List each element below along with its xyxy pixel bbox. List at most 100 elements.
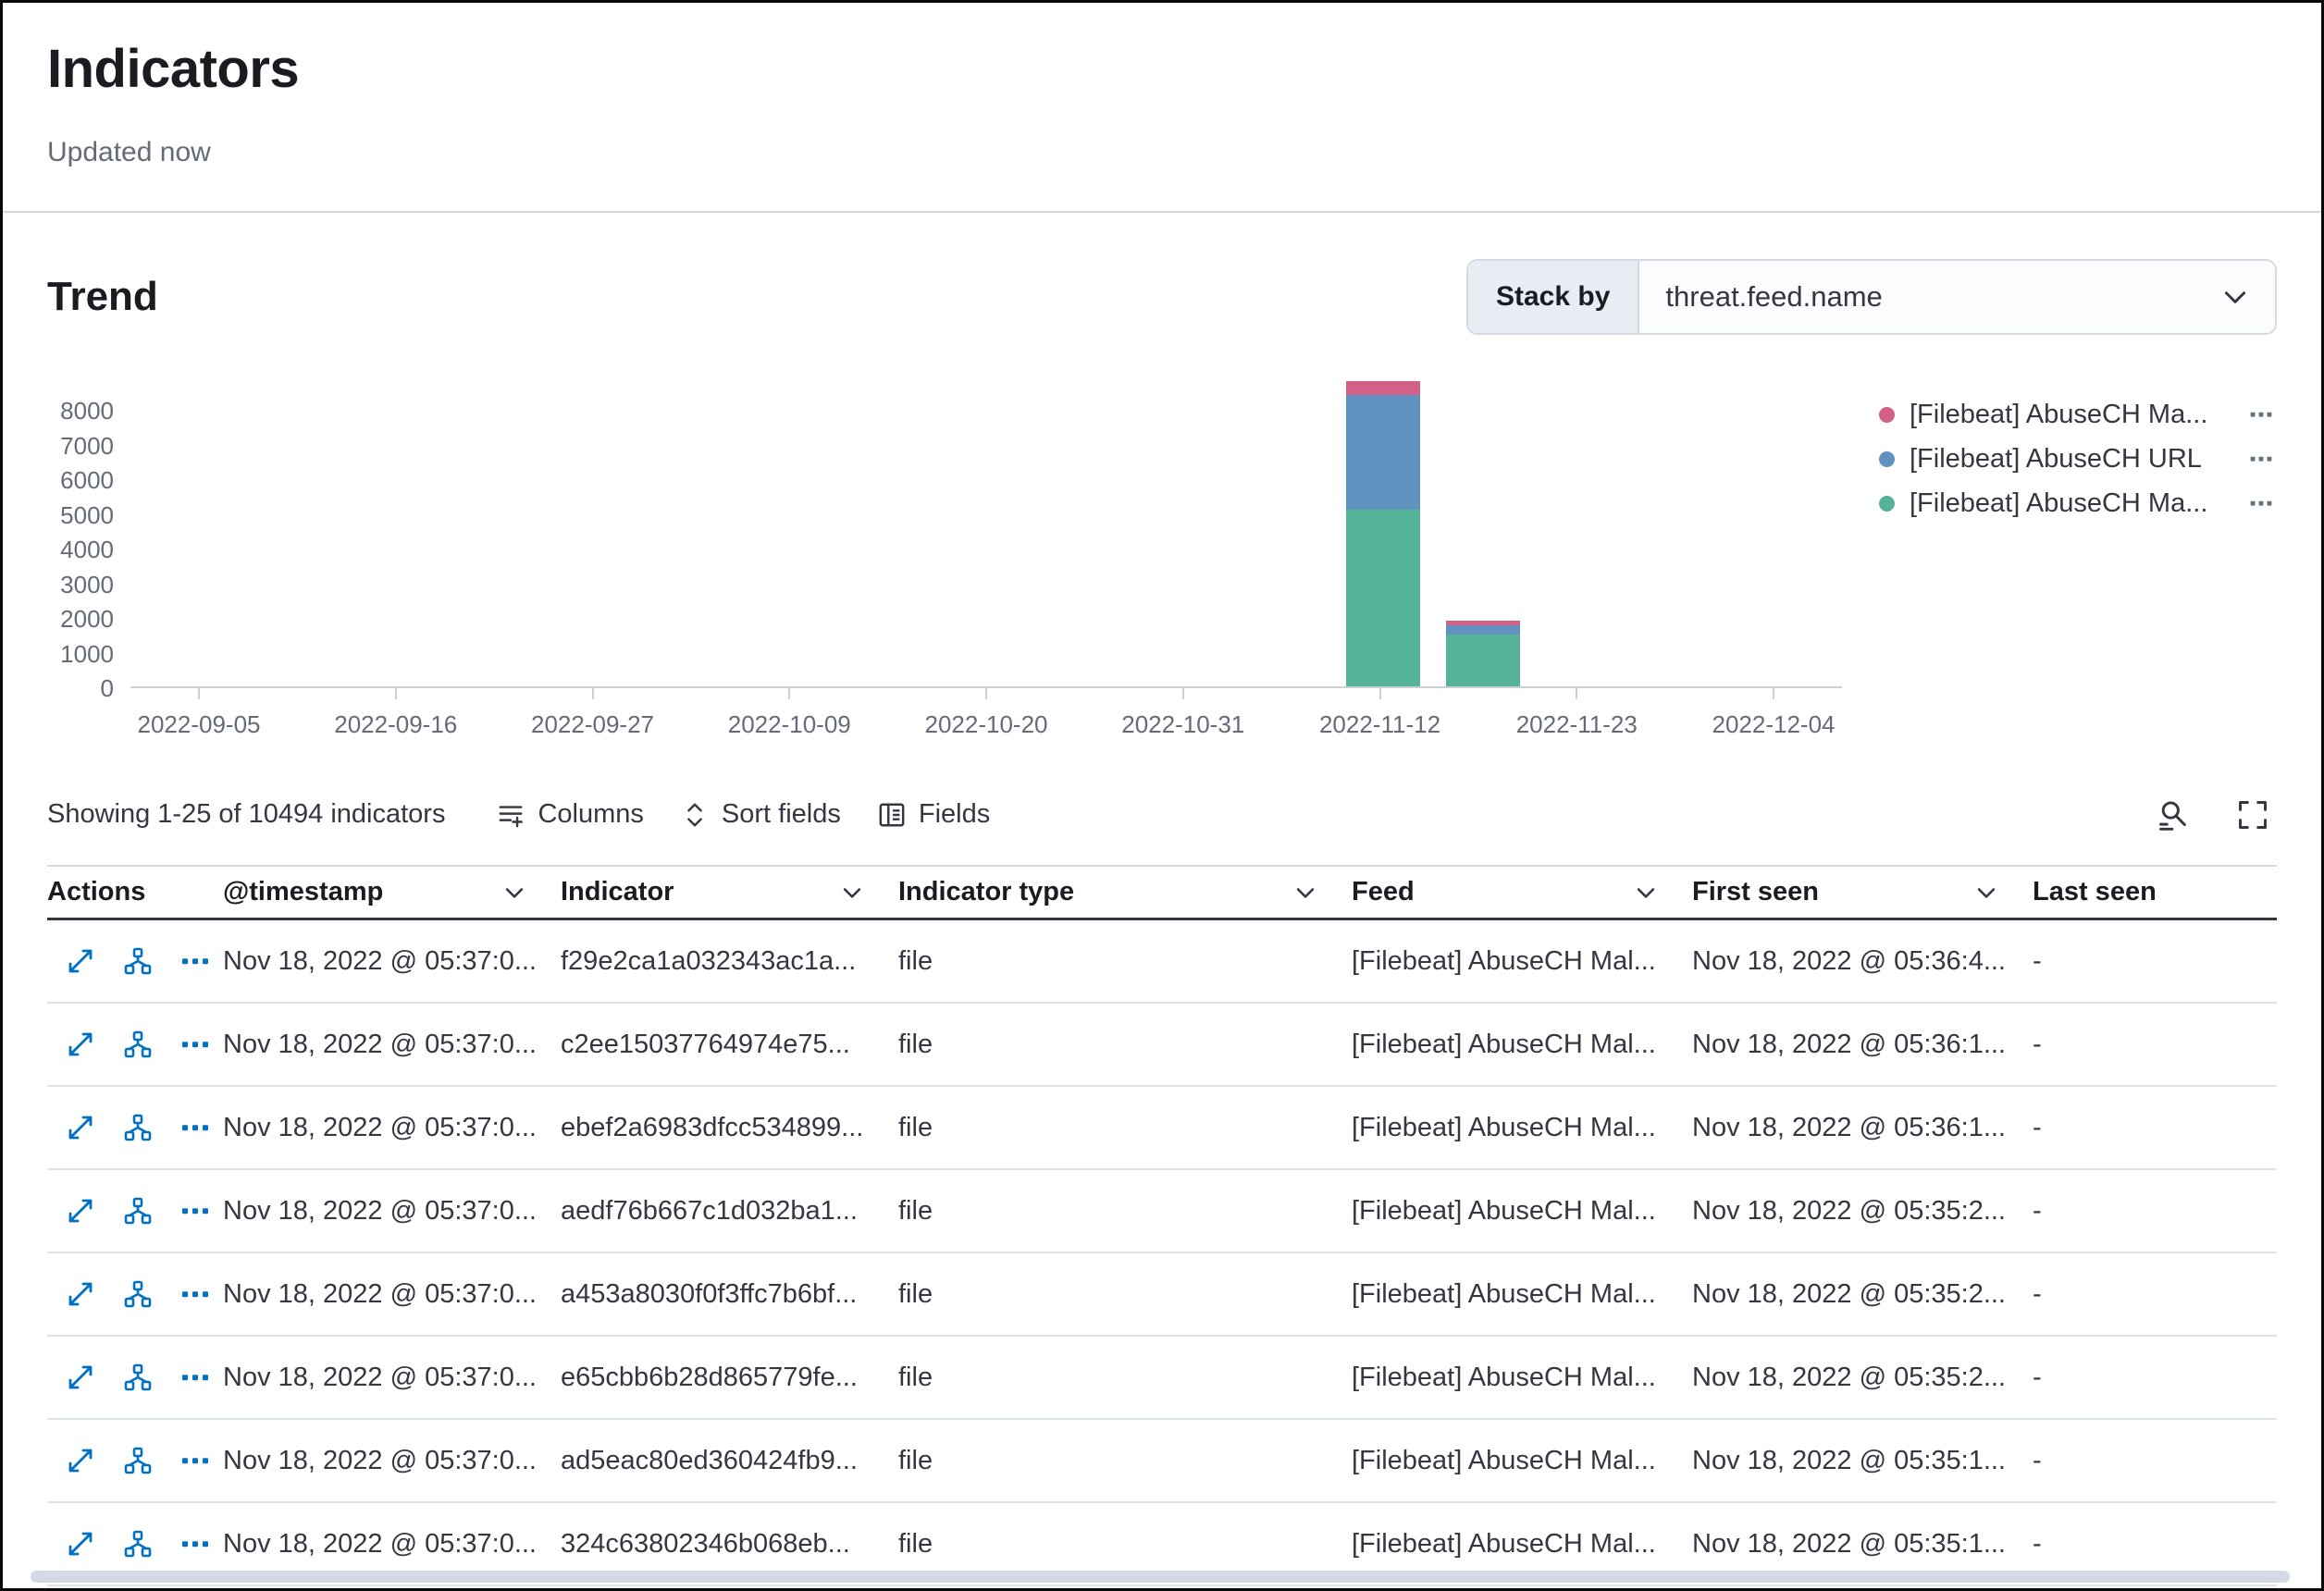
timestamp-cell: Nov 18, 2022 @ 05:37:0... — [223, 1279, 561, 1310]
columns-icon — [497, 801, 525, 829]
open-details-button[interactable] — [64, 944, 97, 978]
boxes-horizontal-icon — [2249, 447, 2273, 471]
results-summary: Showing 1-25 of 10494 indicators — [47, 799, 445, 830]
open-details-button[interactable] — [64, 1111, 97, 1144]
x-axis-tickmark — [198, 688, 200, 699]
open-details-button[interactable] — [64, 1527, 97, 1560]
stack-by-select[interactable]: threat.feed.name — [1639, 261, 2275, 333]
open-details-button[interactable] — [64, 1194, 97, 1227]
more-actions-button[interactable] — [179, 1111, 212, 1144]
more-actions-button[interactable] — [179, 1444, 212, 1477]
bar-segment[interactable] — [1446, 621, 1520, 625]
timeline-icon — [123, 946, 153, 976]
investigate-in-timeline-button[interactable] — [121, 1111, 155, 1144]
column-header-indicator[interactable]: Indicator — [561, 877, 898, 907]
legend-item[interactable]: [Filebeat] AbuseCH URL — [1879, 437, 2277, 481]
row-actions-cell — [47, 1527, 223, 1560]
expand-icon — [66, 1363, 95, 1392]
row-actions-cell — [47, 1444, 223, 1477]
timeline-icon — [123, 1030, 153, 1059]
column-header-feed[interactable]: Feed — [1352, 877, 1692, 907]
indicator-type-cell: file — [898, 1113, 1352, 1143]
column-header-label: First seen — [1692, 877, 1819, 907]
x-axis-tick-label: 2022-11-12 — [1319, 710, 1440, 739]
investigate-in-timeline-button[interactable] — [121, 1194, 155, 1227]
fullscreen-icon — [2236, 798, 2269, 832]
x-axis-tick-label: 2022-12-04 — [1712, 710, 1836, 739]
bar-segment[interactable] — [1346, 381, 1420, 395]
table-header-row: Actions @timestamp Indicator Indicator t… — [47, 865, 2277, 920]
stacked-bar[interactable] — [1446, 383, 1520, 686]
bar-segment[interactable] — [1446, 635, 1520, 686]
column-header-last-seen[interactable]: Last seen — [2033, 877, 2277, 907]
chevron-down-icon[interactable] — [1633, 880, 1659, 906]
last-seen-cell: - — [2033, 1196, 2277, 1227]
column-header-indicator-type[interactable]: Indicator type — [898, 877, 1352, 907]
fullscreen-button[interactable] — [2229, 791, 2277, 839]
more-actions-icon — [180, 1196, 210, 1226]
x-axis-tick-label: 2022-10-31 — [1121, 710, 1244, 739]
more-actions-button[interactable] — [179, 1194, 212, 1227]
more-actions-button[interactable] — [179, 1277, 212, 1311]
column-header-first-seen[interactable]: First seen — [1692, 877, 2033, 907]
more-actions-icon — [180, 1529, 210, 1559]
inspect-button[interactable] — [2149, 791, 2197, 839]
investigate-in-timeline-button[interactable] — [121, 1527, 155, 1560]
legend-actions-button[interactable] — [2245, 443, 2277, 475]
more-actions-button[interactable] — [179, 1527, 212, 1560]
chevron-down-icon[interactable] — [1292, 880, 1318, 906]
expand-icon — [66, 1030, 95, 1059]
stacked-bar[interactable] — [1346, 383, 1420, 686]
fields-button[interactable]: Fields — [859, 788, 1008, 841]
feed-cell: [Filebeat] AbuseCH Mal... — [1352, 1529, 1692, 1560]
y-axis-tick-label: 5000 — [60, 501, 114, 529]
legend-color-dot — [1879, 496, 1895, 512]
x-axis-tickmark — [1773, 688, 1774, 699]
investigate-in-timeline-button[interactable] — [121, 1444, 155, 1477]
open-details-button[interactable] — [64, 1277, 97, 1311]
investigate-in-timeline-button[interactable] — [121, 944, 155, 978]
sort-fields-button-label: Sort fields — [722, 799, 841, 830]
indicator-cell: e65cbb6b28d865779fe... — [561, 1363, 898, 1393]
legend-item[interactable]: [Filebeat] AbuseCH Ma... — [1879, 392, 2277, 437]
last-seen-cell: - — [2033, 1279, 2277, 1310]
bar-segment[interactable] — [1346, 510, 1420, 686]
open-details-button[interactable] — [64, 1444, 97, 1477]
table-toolbar: Showing 1-25 of 10494 indicators Columns… — [47, 788, 2277, 841]
indicator-type-cell: file — [898, 1030, 1352, 1060]
more-actions-button[interactable] — [179, 1361, 212, 1394]
bar-segment[interactable] — [1446, 625, 1520, 635]
bar-segment[interactable] — [1346, 395, 1420, 510]
more-actions-button[interactable] — [179, 1028, 212, 1061]
timeline-icon — [123, 1363, 153, 1392]
table-row: Nov 18, 2022 @ 05:37:0... f29e2ca1a03234… — [47, 920, 2277, 1004]
chevron-down-icon[interactable] — [1973, 880, 1999, 906]
investigate-in-timeline-button[interactable] — [121, 1028, 155, 1061]
x-axis-tickmark — [592, 688, 594, 699]
horizontal-scrollbar[interactable] — [31, 1571, 2290, 1583]
legend-actions-button[interactable] — [2245, 487, 2277, 519]
expand-icon — [66, 1113, 95, 1142]
row-actions-cell — [47, 944, 223, 978]
legend-actions-button[interactable] — [2245, 399, 2277, 430]
first-seen-cell: Nov 18, 2022 @ 05:36:1... — [1692, 1030, 2033, 1060]
column-header-timestamp[interactable]: @timestamp — [223, 877, 561, 907]
x-axis-tickmark — [788, 688, 790, 699]
open-details-button[interactable] — [64, 1361, 97, 1394]
boxes-horizontal-icon — [2249, 491, 2273, 515]
feed-cell: [Filebeat] AbuseCH Mal... — [1352, 1363, 1692, 1393]
legend-color-dot — [1879, 407, 1895, 423]
more-actions-button[interactable] — [179, 944, 212, 978]
chevron-down-icon[interactable] — [839, 880, 865, 906]
table-row: Nov 18, 2022 @ 05:37:0... c2ee1503776497… — [47, 1004, 2277, 1087]
investigate-in-timeline-button[interactable] — [121, 1361, 155, 1394]
last-seen-cell: - — [2033, 1446, 2277, 1476]
indicator-type-cell: file — [898, 946, 1352, 977]
sort-icon — [681, 801, 709, 829]
investigate-in-timeline-button[interactable] — [121, 1277, 155, 1311]
chevron-down-icon[interactable] — [501, 880, 527, 906]
columns-button[interactable]: Columns — [478, 788, 661, 841]
open-details-button[interactable] — [64, 1028, 97, 1061]
legend-item[interactable]: [Filebeat] AbuseCH Ma... — [1879, 481, 2277, 525]
sort-fields-button[interactable]: Sort fields — [662, 788, 859, 841]
